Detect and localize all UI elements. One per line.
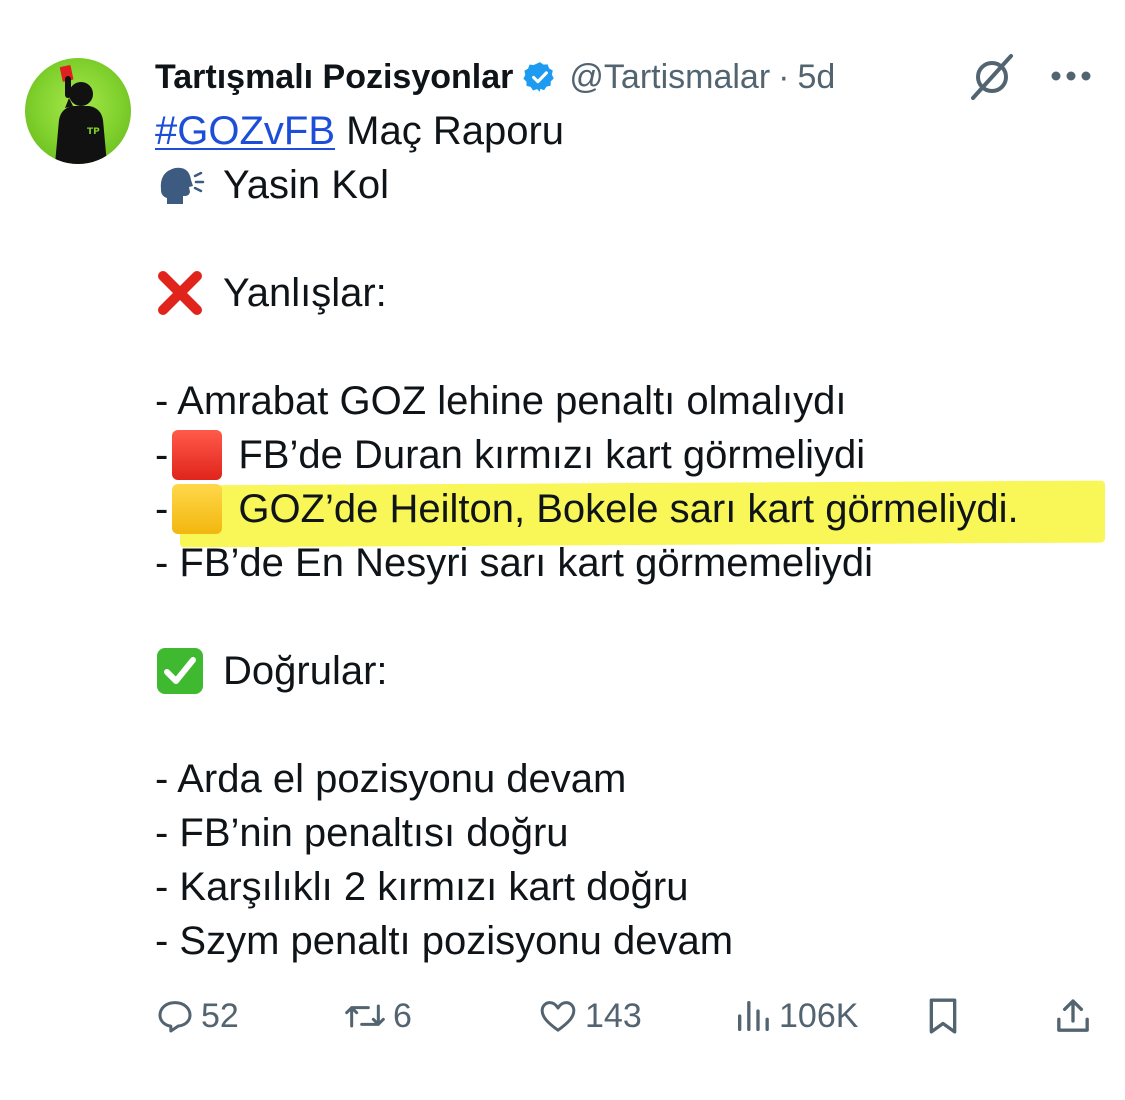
wrong-header: Yanlışlar: xyxy=(155,266,1115,320)
verified-badge-icon xyxy=(523,62,555,92)
tweet-text: #GOZvFB Maç Raporu Yasin Kol Yanlışlar: … xyxy=(155,104,1115,968)
views-icon xyxy=(738,1001,769,1031)
reply-button[interactable]: 52 xyxy=(155,990,239,1042)
separator-dot: · xyxy=(778,57,790,96)
right-item: - Arda el pozisyonu devam xyxy=(155,752,1115,806)
right-header-text: Doğrular: xyxy=(223,649,388,693)
speaking-head-icon xyxy=(160,167,205,204)
right-item-text: - Karşılıklı 2 kırmızı kart doğru xyxy=(155,865,689,909)
like-button[interactable]: 143 xyxy=(537,990,642,1042)
more-icon[interactable] xyxy=(1050,66,1092,86)
right-header: Doğrular: xyxy=(155,644,1115,698)
dash: - xyxy=(155,487,169,531)
wrong-item: - GOZ’de Heilton, Bokele sarı kart görme… xyxy=(155,482,1115,536)
wrong-item-text: - Amrabat GOZ lehine penaltı olmalıydı xyxy=(155,379,847,423)
share-icon xyxy=(1057,999,1089,1032)
repost-button[interactable]: 6 xyxy=(343,990,412,1042)
right-item-text: - Szym penaltı pozisyonu devam xyxy=(155,919,734,963)
title-text: Maç Raporu xyxy=(335,109,565,153)
author-handle[interactable]: @Tartismalar xyxy=(569,58,770,97)
bookmark-button[interactable] xyxy=(925,990,961,1042)
referee-line: Yasin Kol xyxy=(155,158,1115,212)
referee-name: Yasin Kol xyxy=(223,163,390,207)
views-button[interactable]: 106K xyxy=(733,990,858,1042)
avatar-badge-text: TP xyxy=(87,127,100,137)
check-mark-button-icon xyxy=(157,648,203,694)
wrong-item: - Amrabat GOZ lehine penaltı olmalıydı xyxy=(155,374,1115,428)
tweet-header: Tartışmalı Pozisyonlar @Tartismalar · 5d xyxy=(155,52,835,102)
repost-count: 6 xyxy=(393,996,412,1035)
right-item-text: - FB’nin penaltısı doğru xyxy=(155,811,569,855)
reply-count: 52 xyxy=(201,996,239,1035)
dash: - xyxy=(155,433,169,477)
wrong-item-text: - FB’de En Nesyri sarı kart görmemeliydi xyxy=(155,541,873,585)
grok-icon[interactable] xyxy=(965,52,1019,102)
wrong-item-text: GOZ’de Heilton, Bokele sarı kart görmeli… xyxy=(238,487,1019,531)
tweet-timestamp[interactable]: 5d xyxy=(797,58,835,97)
cross-mark-icon xyxy=(158,271,202,315)
wrong-item: - FB’de En Nesyri sarı kart görmemeliydi xyxy=(155,536,1115,590)
wrong-item-text: FB’de Duran kırmızı kart görmeliydi xyxy=(238,433,866,477)
wrong-item: - FB’de Duran kırmızı kart görmeliydi xyxy=(155,428,1115,482)
right-item: - Karşılıklı 2 kırmızı kart doğru xyxy=(155,860,1115,914)
right-item-text: - Arda el pozisyonu devam xyxy=(155,757,627,801)
repost-icon xyxy=(345,1004,385,1028)
right-item: - FB’nin penaltısı doğru xyxy=(155,806,1115,860)
bookmark-icon xyxy=(929,998,957,1034)
views-count: 106K xyxy=(779,996,859,1035)
tweet-actions: 52 6 143 106K xyxy=(155,990,1100,1042)
author-name[interactable]: Tartışmalı Pozisyonlar xyxy=(155,58,513,97)
reply-icon xyxy=(158,1001,192,1033)
referee-silhouette-icon: TP xyxy=(55,65,107,164)
author-avatar[interactable]: TP xyxy=(25,58,131,164)
share-button[interactable] xyxy=(1053,990,1093,1042)
like-count: 143 xyxy=(585,996,642,1035)
wrong-header-text: Yanlışlar: xyxy=(223,271,387,315)
yellow-square-icon xyxy=(172,484,223,534)
like-icon xyxy=(540,1001,576,1032)
right-item: - Szym penaltı pozisyonu devam xyxy=(155,914,1115,968)
red-square-icon xyxy=(172,430,223,480)
title-line: #GOZvFB Maç Raporu xyxy=(155,104,1115,158)
hashtag-link[interactable]: #GOZvFB xyxy=(155,104,335,158)
